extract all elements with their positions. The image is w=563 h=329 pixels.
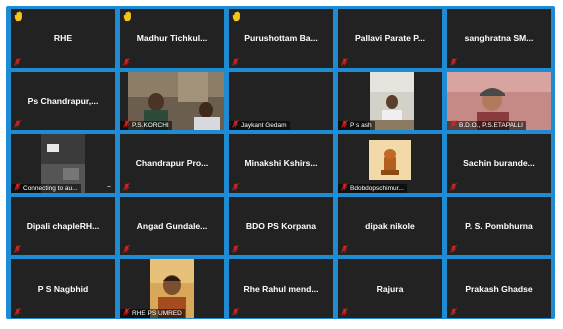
participant-tile[interactable]: RHE PS UMRED [120, 259, 224, 318]
muted-mic-icon [123, 57, 130, 66]
participant-tile[interactable]: Connecting to au... ~ [11, 134, 115, 193]
participant-label: B.D.O., P.S.ETAPALLI [447, 121, 526, 131]
participant-tile[interactable]: P s ash [338, 71, 442, 131]
participant-tile[interactable]: Dipali chapleRH... [11, 196, 115, 256]
participant-tile[interactable]: Chandrapur Pro... [120, 134, 224, 193]
participant-tile[interactable]: RHE [11, 9, 115, 68]
muted-mic-icon [450, 308, 457, 316]
muted-mic-icon [341, 120, 348, 128]
muted-mic-icon [341, 245, 348, 253]
muted-mic-icon [341, 57, 348, 66]
muted-mic-icon [123, 308, 130, 316]
participant-tile[interactable]: B.D.O., P.S.ETAPALLI [447, 71, 551, 131]
participant-label: Bdobdopschimur... [338, 183, 407, 193]
muted-mic-icon [341, 182, 348, 191]
muted-mic-icon [123, 120, 130, 128]
participant-name: Ps Chandrapur,... [27, 95, 99, 106]
muted-mic-icon [450, 182, 457, 191]
participant-tile[interactable]: Ps Chandrapur,... [11, 71, 115, 131]
participant-tile[interactable]: Sachin burande... [447, 134, 551, 193]
participant-tile[interactable]: Minakshi Kshirs... [229, 134, 333, 193]
participant-name: Minakshi Kshirs... [244, 158, 318, 169]
muted-mic-icon [232, 182, 239, 191]
participant-name: Angad Gundale... [136, 221, 208, 232]
participant-name: Sachin burande... [463, 158, 535, 169]
muted-mic-icon [450, 245, 457, 253]
participant-name: Chandrapur Pro... [135, 158, 209, 169]
participant-tile[interactable]: Purushottam Ba... [229, 9, 333, 68]
muted-mic-icon [232, 308, 239, 316]
gallery-grid: RHE Madhur Tichkul... Purushottam Ba... Pal… [11, 9, 552, 318]
muted-mic-icon [14, 245, 21, 253]
muted-mic-icon [14, 308, 21, 316]
muted-mic-icon [341, 308, 348, 316]
participant-tile[interactable]: BDO PS Korpana [229, 196, 333, 256]
muted-mic-icon [232, 245, 239, 253]
participant-name: Rajura [376, 283, 404, 294]
participant-name: RHE [53, 33, 73, 44]
muted-mic-icon [14, 120, 21, 128]
participant-tile[interactable]: sanghratna SM... [447, 9, 551, 68]
participant-tile[interactable]: Angad Gundale... [120, 196, 224, 256]
raised-hand-icon [123, 11, 131, 22]
participant-tile[interactable]: P. S. Pombhurna [447, 196, 551, 256]
raised-hand-icon [14, 11, 22, 22]
muted-mic-icon [123, 182, 130, 191]
participant-name: Dipali chapleRH... [26, 221, 100, 232]
participant-name: Rhe Rahul mend... [243, 283, 319, 294]
participant-name: P S Nagbhid [37, 283, 89, 294]
participant-name: dipak nikole [365, 221, 415, 232]
participant-name: BDO PS Korpana [245, 221, 317, 232]
participant-name: sanghratna SM... [464, 33, 534, 44]
participant-name: Madhur Tichkul... [136, 33, 208, 44]
participant-name: Pallavi Parate P... [354, 33, 426, 44]
participant-tile[interactable]: Bdobdopschimur... [338, 134, 442, 193]
muted-mic-icon [232, 120, 239, 128]
muted-mic-icon [232, 57, 239, 66]
participant-tile[interactable]: P S Nagbhid [11, 259, 115, 318]
participant-tile[interactable]: Jaykant Gedam [229, 71, 333, 131]
participant-name: Purushottam Ba... [244, 33, 318, 44]
video-feed-emblem [369, 140, 411, 181]
muted-mic-icon [450, 57, 457, 66]
participant-tile[interactable]: Rajura [338, 259, 442, 318]
participant-tile[interactable]: Prakash Ghadse [447, 259, 551, 318]
raised-hand-icon [232, 11, 240, 22]
participant-tile[interactable]: Pallavi Parate P... [338, 9, 442, 68]
muted-mic-icon [14, 182, 21, 191]
gallery-frame: RHE Madhur Tichkul... Purushottam Ba... Pal… [6, 6, 555, 319]
participant-tile[interactable]: P.S.KORCHI [120, 71, 224, 131]
participant-label: Connecting to au... [11, 183, 81, 193]
participant-name: Prakash Ghadse [465, 283, 533, 294]
participant-tile[interactable]: Madhur Tichkul... [120, 9, 224, 68]
connecting-spinner-icon: ~ [106, 183, 111, 191]
muted-mic-icon [14, 57, 21, 66]
video-feed-man-sitting [370, 71, 414, 131]
muted-mic-icon [123, 245, 130, 253]
participant-tile[interactable]: Rhe Rahul mend... [229, 259, 333, 318]
participant-tile[interactable]: dipak nikole [338, 196, 442, 256]
participant-name: P. S. Pombhurna [465, 221, 533, 232]
muted-mic-icon [450, 120, 457, 128]
